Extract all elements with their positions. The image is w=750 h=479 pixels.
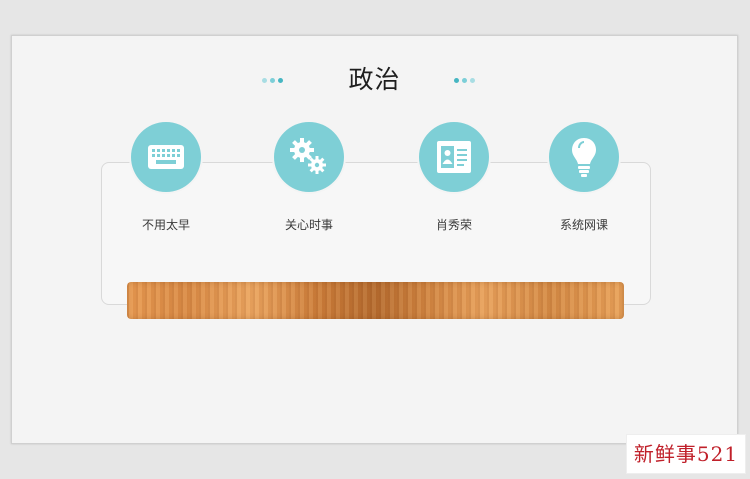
- feature-label: 系统网课: [559, 218, 608, 232]
- gears-icon: [274, 122, 344, 192]
- feature-item: 系统网课: [529, 122, 639, 233]
- id-card-icon: [419, 122, 489, 192]
- feature-item: 关心时事: [254, 122, 364, 233]
- feature-item: 不用太早: [111, 122, 221, 233]
- wood-texture-bar: [127, 282, 624, 319]
- keyboard-icon: [131, 122, 201, 192]
- feature-label: 关心时事: [284, 218, 333, 232]
- slide-title: 政治: [348, 65, 401, 94]
- feature-item: 肖秀荣: [399, 122, 509, 233]
- lightbulb-icon: [549, 122, 619, 192]
- feature-label: 肖秀荣: [435, 218, 472, 232]
- slide: 政治 不用太早 关心时事 肖秀荣 系统网课: [11, 35, 738, 444]
- decorative-dots-right: [454, 78, 475, 84]
- title-row: 政治: [12, 64, 737, 96]
- watermark: 新鲜事521: [626, 434, 746, 474]
- feature-label: 不用太早: [141, 218, 190, 232]
